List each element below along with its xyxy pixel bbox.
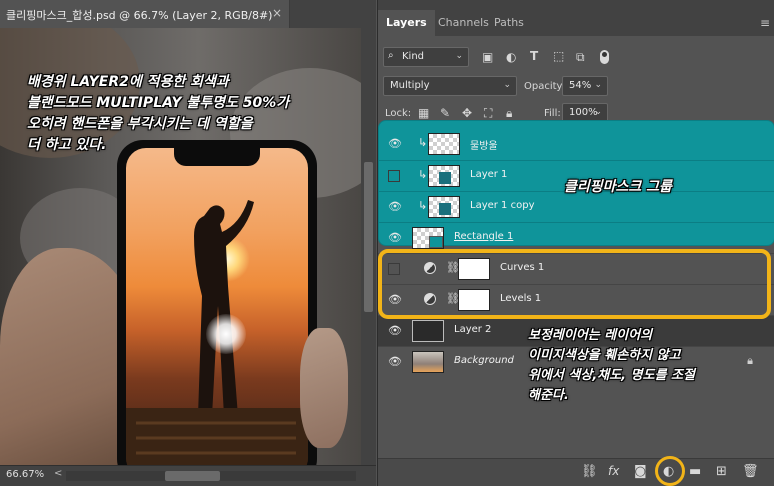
fill-value: 100% xyxy=(569,107,598,118)
chevron-down-icon: ⌄ xyxy=(503,80,511,90)
lock-artboard-icon[interactable]: ⛶ xyxy=(484,106,492,121)
horizontal-scrollbar-thumb[interactable] xyxy=(165,471,220,481)
search-icon: ⌕ xyxy=(388,50,394,61)
thumbnail-content xyxy=(439,203,451,215)
layer-name[interactable]: Rectangle 1 xyxy=(454,231,513,242)
chevron-down-icon: ⌄ xyxy=(594,80,602,90)
light-glow xyxy=(206,314,246,354)
annotation-line: 블랜드모드 MULTIPLAY 불투명도 50%가 xyxy=(27,95,290,111)
tab-paths[interactable]: Paths xyxy=(486,10,532,36)
scrollbar-thumb[interactable] xyxy=(364,162,373,312)
close-icon[interactable]: × xyxy=(272,6,282,20)
layers-panel: Layers Channels Paths ≡ ⌕ Kind ⌄ ▣ ◐ T ⬚… xyxy=(377,0,774,486)
opacity-field[interactable]: 54% ⌄ xyxy=(562,76,608,96)
filter-row: ⌕ Kind ⌄ ▣ ◐ T ⬚ ⧉ xyxy=(378,44,774,72)
annotation-line: 오히려 핸드폰을 부각시키는 데 역할을 xyxy=(27,116,253,132)
panel-footer: ⛓︎ fx ◙ ◐ ▬ ⊞ 🗑︎ xyxy=(378,458,774,486)
lock-label: Lock: xyxy=(385,108,412,119)
tab-bar-empty xyxy=(290,0,376,28)
lock-position-icon[interactable]: ✥ xyxy=(462,106,472,120)
blend-row: Multiply ⌄ Opacity: 54% ⌄ xyxy=(378,74,774,100)
image-filter-icon[interactable]: ▣ xyxy=(482,50,493,64)
mask-icon[interactable]: ◙ xyxy=(634,464,647,479)
panel-menu-icon[interactable]: ≡ xyxy=(760,16,770,30)
document-tab-title: 클리핑마스크_합성.psd @ 66.7% (Layer 2, RGB/8#) xyxy=(6,9,273,22)
layer-name[interactable]: Background xyxy=(454,355,514,366)
adjustment-filter-icon[interactable]: ◐ xyxy=(506,50,516,64)
layer-thumbnail xyxy=(412,227,444,249)
type-filter-icon[interactable]: T xyxy=(530,49,538,63)
fill-label: Fill: xyxy=(544,108,561,119)
smartphone xyxy=(117,140,317,465)
smart-object-filter-icon[interactable]: ⧉ xyxy=(576,50,585,65)
silhouette xyxy=(126,200,308,465)
chevron-down-icon: ⌄ xyxy=(594,107,602,117)
lock-all-icon[interactable]: 🔒︎ xyxy=(506,106,512,121)
adjustment-annotation: 보정레이어는 레이어의 이미지색상을 훼손하지 않고 위에서 색상,채도, 명도… xyxy=(528,326,695,406)
layer-name[interactable]: Layer 1 xyxy=(470,169,507,180)
kind-filter-select[interactable]: ⌕ Kind ⌄ xyxy=(383,47,469,67)
folder-icon[interactable]: ▬ xyxy=(689,464,701,479)
lock-icon: 🔒︎ xyxy=(747,354,753,367)
trash-icon[interactable]: 🗑︎ xyxy=(742,464,759,479)
eye-icon[interactable]: 👁︎ xyxy=(388,137,402,151)
clip-arrow-icon: ↳ xyxy=(418,136,428,149)
vertical-scrollbar[interactable] xyxy=(361,28,376,465)
shape-filter-icon[interactable]: ⬚ xyxy=(553,49,564,63)
layer-thumbnail xyxy=(428,196,460,218)
layer-thumbnail xyxy=(428,165,460,187)
annotation-line: 이미지색상을 훼손하지 않고 xyxy=(528,348,681,363)
document-tab[interactable]: 클리핑마스크_합성.psd @ 66.7% (Layer 2, RGB/8#) … xyxy=(0,0,290,28)
eye-icon[interactable]: 👁︎ xyxy=(388,200,402,214)
clip-arrow-icon: ↳ xyxy=(418,199,428,212)
layer-name[interactable]: Layer 1 copy xyxy=(470,200,534,211)
opacity-value: 54% xyxy=(569,80,592,91)
layer-thumbnail xyxy=(412,320,444,342)
kind-filter-label: Kind xyxy=(402,51,425,62)
annotation-line: 해준다. xyxy=(528,388,569,403)
layer-name[interactable]: Layer 2 xyxy=(454,324,491,335)
panel-tabs: Layers Channels Paths ≡ xyxy=(378,0,774,36)
eye-icon[interactable]: 👁︎ xyxy=(388,355,402,369)
chevron-down-icon: ⌄ xyxy=(455,51,463,61)
filter-toggle[interactable] xyxy=(600,50,609,64)
phone-screen xyxy=(126,148,308,465)
zoom-level[interactable]: 66.67% xyxy=(6,469,44,480)
tab-layers[interactable]: Layers xyxy=(378,10,435,36)
thumb xyxy=(300,328,348,448)
new-layer-icon[interactable]: ⊞ xyxy=(716,464,727,479)
lock-transparency-icon[interactable]: ▦ xyxy=(418,106,429,120)
lock-pixels-icon[interactable]: ✎ xyxy=(440,106,450,120)
link-icon[interactable]: ⛓︎ xyxy=(581,464,598,479)
image-canvas[interactable]: 배경위 LAYER2에 적용한 회색과 블랜드모드 MULTIPLAY 불투명도… xyxy=(0,28,361,465)
visibility-toggle-off[interactable] xyxy=(388,170,400,182)
adjustment-layers-callout xyxy=(378,249,771,319)
annotation-line: 배경위 LAYER2에 적용한 회색과 xyxy=(27,74,229,90)
opacity-label: Opacity: xyxy=(524,81,566,92)
document-window: 클리핑마스크_합성.psd @ 66.7% (Layer 2, RGB/8#) … xyxy=(0,0,376,486)
thumbnail-content xyxy=(439,172,451,184)
annotation-line: 더 하고 있다. xyxy=(27,137,107,153)
fx-icon[interactable]: fx xyxy=(608,464,619,478)
eye-icon[interactable]: 👁︎ xyxy=(388,324,402,338)
annotation-line: 위에서 색상,채도, 명도를 조절 xyxy=(528,368,695,383)
clipping-group-annotation: 클리핑마스크 그룹 xyxy=(564,179,672,195)
shape-thumbnail-icon xyxy=(429,236,443,248)
scroll-left-icon[interactable]: < xyxy=(54,468,62,479)
status-bar: 66.67% < xyxy=(0,465,376,486)
layer-name[interactable]: 물방울 xyxy=(470,137,498,152)
eye-icon[interactable]: 👁︎ xyxy=(388,231,402,245)
adjustment-icon-callout xyxy=(655,456,685,486)
blend-mode-value: Multiply xyxy=(390,80,430,91)
canvas-annotation: 배경위 LAYER2에 적용한 회색과 블랜드모드 MULTIPLAY 불투명도… xyxy=(27,72,289,156)
layer-thumbnail xyxy=(428,133,460,155)
layer-row[interactable]: 👁︎ ↳ 물방울 xyxy=(378,129,774,160)
annotation-line: 보정레이어는 레이어의 xyxy=(528,328,653,343)
blend-mode-select[interactable]: Multiply ⌄ xyxy=(383,76,517,96)
clip-arrow-icon: ↳ xyxy=(418,168,428,181)
layer-thumbnail xyxy=(412,351,444,373)
